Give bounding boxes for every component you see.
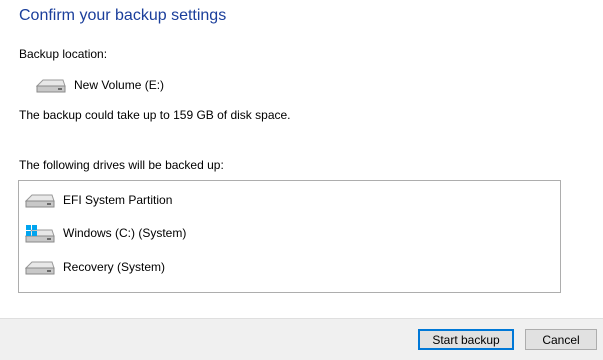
hard-drive-icon [25, 192, 55, 208]
drives-list[interactable]: EFI System Partition Windows (C:) (Syste… [18, 180, 561, 293]
drive-name: Windows (C:) (System) [63, 226, 187, 240]
button-bar: Start backup Cancel [0, 318, 603, 360]
hard-drive-icon [36, 77, 66, 93]
backup-location-drive: New Volume (E:) [36, 77, 164, 93]
list-item[interactable]: Windows (C:) (System) [25, 225, 187, 243]
start-backup-button[interactable]: Start backup [418, 329, 514, 350]
disk-space-note: The backup could take up to 159 GB of di… [19, 108, 291, 122]
drive-name: EFI System Partition [63, 193, 173, 207]
backup-location-drive-name: New Volume (E:) [74, 78, 165, 92]
drive-name: Recovery (System) [63, 260, 166, 274]
list-item[interactable]: EFI System Partition [25, 192, 172, 208]
windows-drive-icon [25, 225, 55, 243]
backup-location-label: Backup location: [19, 47, 108, 61]
drives-list-label: The following drives will be backed up: [19, 158, 224, 172]
cancel-button[interactable]: Cancel [525, 329, 597, 350]
list-item[interactable]: Recovery (System) [25, 259, 165, 275]
page-title: Confirm your backup settings [19, 7, 227, 24]
hard-drive-icon [25, 259, 55, 275]
